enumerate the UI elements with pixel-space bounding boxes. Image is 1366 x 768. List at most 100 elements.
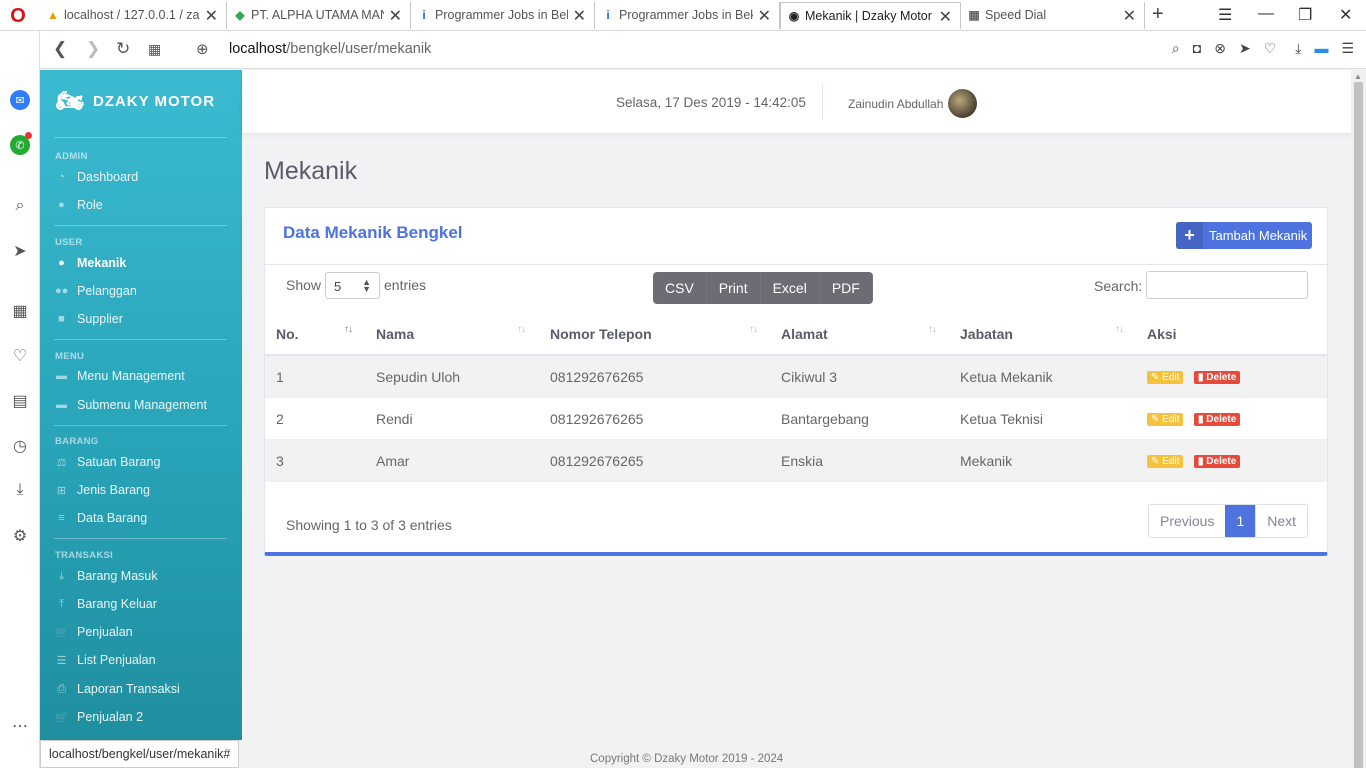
downloads-icon[interactable]: ⤓ — [9, 479, 31, 501]
tab-menu-icon[interactable]: ☰ — [1218, 5, 1232, 25]
send-icon[interactable]: ➤ — [9, 240, 31, 262]
browser-tab-bar: O ▲ localhost / 127.0.0.1 / za ✕ ◆ PT. A… — [0, 0, 1366, 31]
minimize-icon[interactable]: — — [1258, 5, 1274, 23]
messenger-icon[interactable]: ✉ — [9, 89, 31, 111]
settings-icon[interactable]: ⚙ — [9, 525, 31, 547]
sidebar-item-supplier[interactable]: ■ Supplier — [55, 312, 123, 326]
page-1-button[interactable]: 1 — [1225, 505, 1256, 537]
sidebar-item-jenis-barang[interactable]: ⊞ Jenis Barang — [55, 483, 150, 497]
opera-logo-icon[interactable]: O — [8, 6, 28, 26]
column-header-telepon[interactable]: Nomor Telepon — [550, 326, 652, 342]
sidebar-item-label: Barang Masuk — [77, 569, 158, 583]
back-icon[interactable]: ❮ — [53, 39, 67, 59]
tabs-overview-icon[interactable]: ▦ — [148, 41, 161, 58]
column-header-nama[interactable]: Nama — [376, 326, 414, 342]
history-icon[interactable]: ◷ — [9, 435, 31, 457]
edit-button[interactable]: ✎ Edit — [1147, 413, 1184, 426]
sidebar-item-submenu-management[interactable]: ▬ Submenu Management — [55, 398, 207, 412]
block-icon[interactable]: ⊗ — [1214, 40, 1226, 57]
avatar[interactable] — [948, 89, 977, 118]
trash-icon: ▮ — [1198, 372, 1204, 383]
pdf-button[interactable]: PDF — [820, 272, 873, 304]
search-input[interactable] — [1146, 271, 1308, 299]
send-icon[interactable]: ➤ — [1239, 40, 1251, 57]
sort-icon[interactable]: ↑↓ — [1115, 324, 1124, 335]
speed-dial-icon[interactable]: ▦ — [9, 300, 31, 322]
browser-tab[interactable]: ◆ PT. ALPHA UTAMA MAN ✕ — [227, 2, 411, 29]
close-tab-icon[interactable]: ✕ — [389, 6, 402, 26]
sidebar-item-barang-keluar[interactable]: ⤒ Barang Keluar — [55, 597, 157, 611]
speed-dial-icon: ▦ — [968, 8, 980, 22]
easy-setup-icon[interactable]: ☰ — [1341, 40, 1354, 57]
close-tab-icon[interactable]: ✕ — [573, 6, 586, 26]
sidebar-item-pelanggan[interactable]: ●● Pelanggan — [55, 284, 137, 298]
browser-tab[interactable]: ▲ localhost / 127.0.0.1 / za ✕ — [40, 2, 227, 29]
column-header-no[interactable]: No. — [276, 326, 299, 342]
delete-button[interactable]: ▮ Delete — [1194, 455, 1241, 468]
next-page-button[interactable]: Next — [1255, 505, 1308, 537]
user-name[interactable]: Zainudin Abdullah — [848, 97, 943, 111]
sidebar-item-barang-masuk[interactable]: ⤓ Barang Masuk — [55, 569, 158, 583]
sidebar-item-menu-management[interactable]: ▬ Menu Management — [55, 369, 185, 383]
csv-button[interactable]: CSV — [653, 272, 707, 304]
site-info-icon[interactable]: ⊕ — [196, 40, 209, 58]
column-header-alamat[interactable]: Alamat — [781, 326, 828, 342]
browser-tab[interactable]: i Programmer Jobs in Bek ✕ — [595, 2, 780, 29]
url-field[interactable]: localhost/bengkel/user/mekanik — [229, 41, 431, 57]
heart-icon[interactable]: ♡ — [1264, 40, 1277, 57]
edit-button[interactable]: ✎ Edit — [1147, 455, 1184, 468]
page-scrollbar[interactable]: ▲ — [1351, 70, 1366, 768]
browser-tab-active[interactable]: ◉ Mekanik | Dzaky Motor ✕ — [780, 2, 961, 29]
entries-label: entries — [384, 277, 427, 293]
whatsapp-icon[interactable]: ✆ — [9, 132, 32, 156]
delete-button[interactable]: ▮ Delete — [1194, 413, 1241, 426]
browser-tab[interactable]: ▦ Speed Dial ✕ — [961, 2, 1145, 29]
column-header-jabatan[interactable]: Jabatan — [960, 326, 1013, 342]
more-icon[interactable]: ⋯ — [9, 715, 31, 737]
sort-asc-icon[interactable]: ↑↓ — [344, 324, 353, 335]
close-tab-icon[interactable]: ✕ — [758, 6, 771, 26]
sidebar-item-dashboard[interactable]: ◔ Dashboard — [55, 170, 138, 184]
previous-page-button[interactable]: Previous — [1149, 505, 1226, 537]
browser-tab[interactable]: i Programmer Jobs in Bek ✕ — [411, 2, 595, 29]
camera-icon[interactable]: ◘ — [1193, 40, 1201, 57]
scroll-up-icon[interactable]: ▲ — [1354, 72, 1362, 81]
close-tab-icon[interactable]: ✕ — [205, 6, 218, 26]
sidebar-item-list-penjualan[interactable]: ☰ List Penjualan — [55, 653, 156, 667]
footer-copyright: Copyright © Dzaky Motor 2019 - 2024 — [590, 753, 784, 765]
sidebar-item-satuan-barang[interactable]: ⚖ Satuan Barang — [55, 455, 161, 469]
excel-button[interactable]: Excel — [761, 272, 820, 304]
restore-icon[interactable]: ❐ — [1298, 5, 1312, 25]
reload-icon[interactable]: ↻ — [116, 39, 130, 59]
search-icon[interactable]: ⌕ — [9, 195, 31, 217]
sidebar-item-mekanik[interactable]: ● Mekanik — [55, 256, 126, 270]
brand[interactable]: 🏍 DZAKY MOTOR — [56, 84, 215, 118]
battery-icon[interactable]: ▬ — [1314, 40, 1328, 57]
add-mekanik-button[interactable]: + Tambah Mekanik — [1176, 222, 1312, 249]
delete-button[interactable]: ▮ Delete — [1194, 371, 1241, 384]
sidebar-item-data-barang[interactable]: ≡ Data Barang — [55, 511, 147, 525]
sort-icon[interactable]: ↑↓ — [928, 324, 937, 335]
app-sidebar: 🏍 DZAKY MOTOR ADMIN ◔ Dashboard ● Role U… — [40, 70, 242, 740]
sidebar-item-role[interactable]: ● Role — [55, 198, 103, 212]
close-tab-icon[interactable]: ✕ — [1123, 6, 1136, 26]
sidebar-item-penjualan-2[interactable]: 🛒 Penjualan 2 — [55, 710, 143, 724]
print-button[interactable]: Print — [707, 272, 761, 304]
entries-select[interactable]: 5 ▲ ▼ — [325, 272, 380, 299]
bookmarks-icon[interactable]: ♡ — [9, 345, 31, 367]
table-row: 3 Amar 081292676265 Enskia Mekanik ✎ Edi… — [265, 440, 1327, 482]
sidebar-item-label: Penjualan 2 — [77, 710, 144, 724]
search-icon[interactable]: ⌕ — [1172, 40, 1180, 57]
scroll-thumb[interactable] — [1354, 82, 1363, 768]
close-tab-icon[interactable]: ✕ — [939, 7, 952, 27]
window-close-icon[interactable]: ✕ — [1339, 5, 1352, 25]
new-tab-icon[interactable]: + — [1152, 3, 1164, 26]
sidebar-item-laporan-transaksi[interactable]: ⎙ Laporan Transaksi — [55, 682, 180, 696]
edit-button[interactable]: ✎ Edit — [1147, 371, 1184, 384]
news-icon[interactable]: ▤ — [9, 390, 31, 412]
forward-icon[interactable]: ❯ — [86, 39, 100, 59]
sidebar-item-penjualan[interactable]: 🛒 Penjualan — [55, 625, 133, 639]
download-icon[interactable]: ⤓ — [1295, 40, 1301, 57]
sort-icon[interactable]: ↑↓ — [517, 324, 526, 335]
sort-icon[interactable]: ↑↓ — [749, 324, 758, 335]
